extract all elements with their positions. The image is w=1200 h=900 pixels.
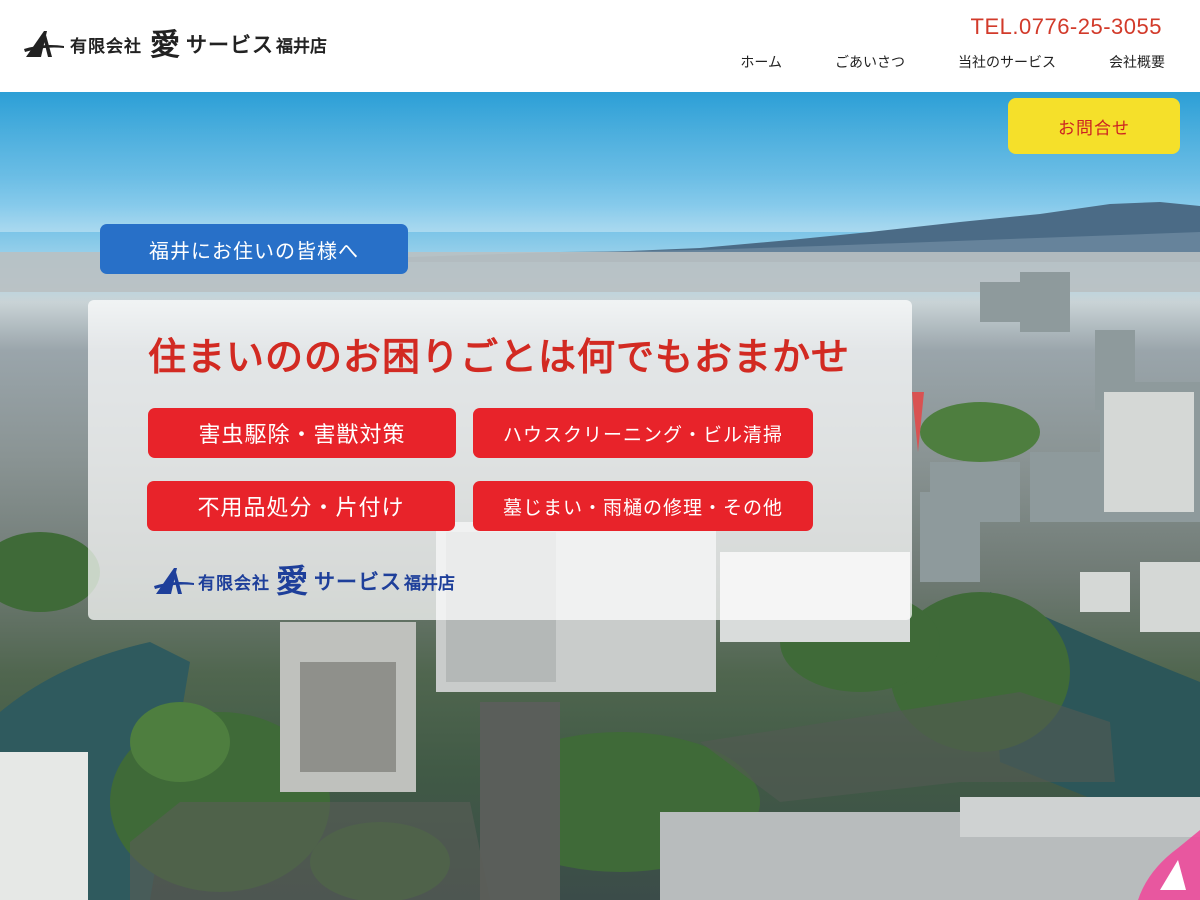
phone-number[interactable]: TEL.0776-25-3055 — [971, 14, 1162, 40]
contact-button[interactable]: お問合せ — [1008, 98, 1180, 154]
main-nav: ホーム ごあいさつ 当社のサービス 会社概要 — [687, 52, 1165, 72]
panel-logo-ai-char: 愛 — [276, 562, 309, 600]
corner-arrow-icon[interactable] — [1138, 830, 1200, 900]
hero-section: お問合せ 福井にお住いの皆様へ 住まいののお困りごとは何でもおまかせ 害虫駆除・… — [0, 92, 1200, 900]
logo-company-type: 有限会社 — [70, 36, 142, 57]
logo-a-mark — [24, 31, 64, 57]
nav-services[interactable]: 当社のサービス — [958, 52, 1056, 72]
residents-tag: 福井にお住いの皆様へ — [100, 224, 408, 274]
nav-home[interactable]: ホーム — [740, 52, 782, 72]
hero-headline: 住まいののお困りごとは何でもおまかせ — [148, 335, 851, 379]
panel-logo-shop: 福井店 — [404, 573, 456, 594]
site-logo[interactable]: 有限会社 愛 サービス 福井店 — [24, 22, 327, 66]
logo-ai-char: 愛 — [150, 28, 180, 63]
logo-service: サービス — [186, 33, 274, 57]
service-disposal[interactable]: 不用品処分・片付け — [147, 481, 455, 531]
logo-shop: 福井店 — [276, 36, 327, 57]
service-house-cleaning[interactable]: ハウスクリーニング・ビル清掃 — [473, 408, 813, 458]
service-grave-gutter[interactable]: 墓じまい・雨樋の修理・その他 — [473, 481, 813, 531]
panel-logo-service: サービス — [314, 570, 403, 594]
panel-logo-a-mark — [154, 568, 194, 594]
hero-panel: 住まいののお困りごとは何でもおまかせ 害虫駆除・害獣対策 ハウスクリーニング・ビ… — [88, 300, 912, 620]
nav-greeting[interactable]: ごあいさつ — [835, 52, 905, 72]
nav-company[interactable]: 会社概要 — [1109, 52, 1165, 72]
panel-logo: 有限会社 愛 サービス 福井店 — [154, 558, 455, 604]
service-pest-control[interactable]: 害虫駆除・害獣対策 — [148, 408, 456, 458]
site-header: 有限会社 愛 サービス 福井店 TEL.0776-25-3055 ホーム ごあい… — [0, 0, 1200, 92]
panel-logo-company-type: 有限会社 — [198, 573, 270, 594]
